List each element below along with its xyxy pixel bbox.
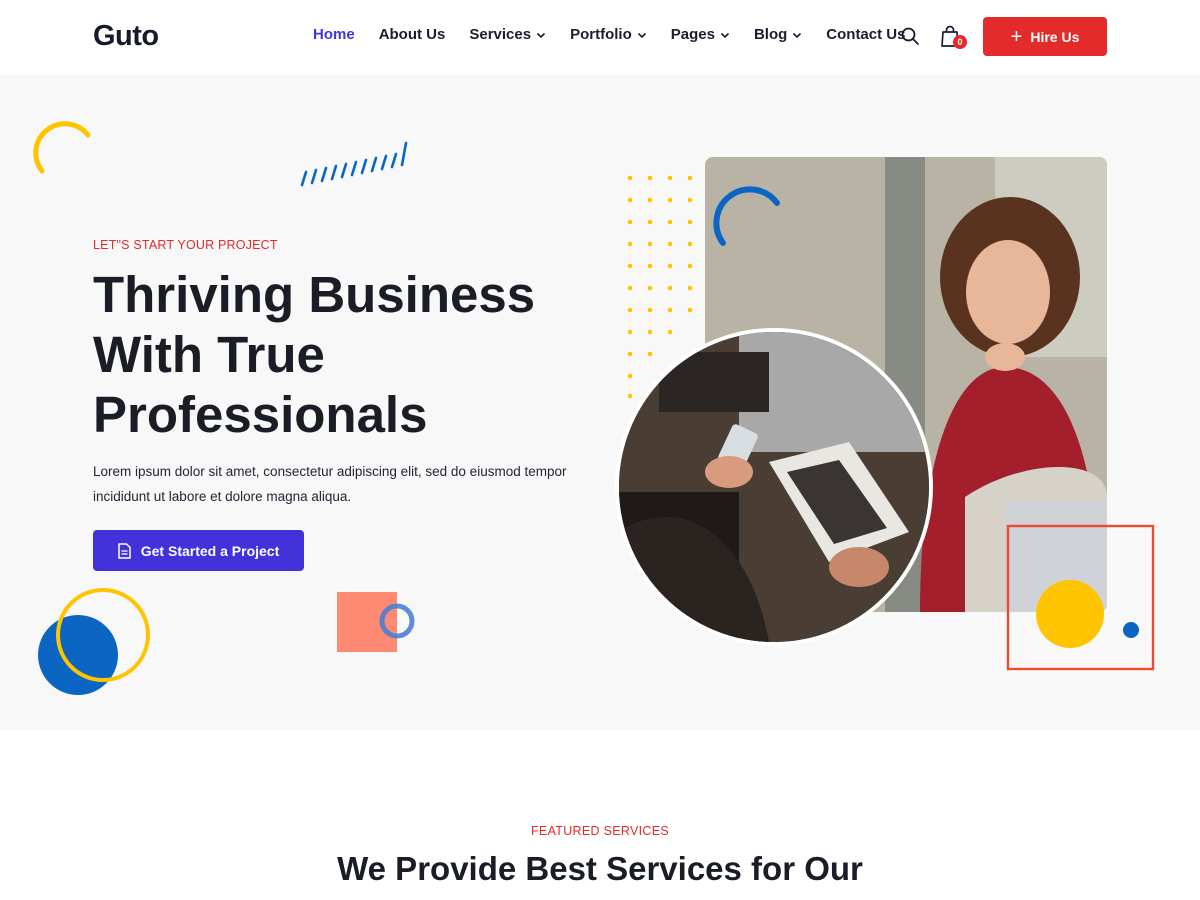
nav-item-label: About Us xyxy=(378,26,446,43)
site-logo[interactable]: Guto xyxy=(93,20,159,53)
document-icon xyxy=(118,542,131,559)
nav-item-blog[interactable]: Blog xyxy=(754,26,802,43)
plus-icon: + xyxy=(1010,25,1023,48)
nav-item-services[interactable]: Services xyxy=(469,26,546,43)
nav-item-label: Portfolio xyxy=(570,26,632,43)
hero-section: LET"S START YOUR PROJECT Thriving Busine… xyxy=(0,75,1200,730)
nav-item-label: Home xyxy=(313,26,355,43)
search-icon[interactable] xyxy=(900,26,920,46)
nav-item-label: Blog xyxy=(753,26,788,43)
hero-title: Thriving Business With True Professional… xyxy=(93,266,536,443)
get-started-button[interactable]: Get Started a Project xyxy=(93,530,304,571)
nav-item-pages[interactable]: Pages xyxy=(671,26,730,43)
nav-item-contact[interactable]: Contact Us xyxy=(826,26,905,43)
chevron-down-icon xyxy=(537,32,546,38)
circles-shape xyxy=(38,588,150,695)
hero-circle-photo xyxy=(615,328,933,646)
site-header: Guto Home About Us Services Portfolio Pa… xyxy=(0,0,1200,75)
nav-item-home[interactable]: Home xyxy=(313,26,355,43)
services-eyebrow: FEATURED SERVICES xyxy=(531,824,669,838)
square-circle-shape xyxy=(1006,524,1155,671)
services-title: We Provide Best Services for Our Custome… xyxy=(337,850,863,900)
nav-item-about[interactable]: About Us xyxy=(379,26,446,43)
blue-slashes-shape xyxy=(300,141,408,187)
chevron-down-icon xyxy=(720,32,730,38)
hero-description: Lorem ipsum dolor sit amet, consectetur … xyxy=(93,464,567,504)
hire-us-button[interactable]: + Hire Us xyxy=(983,17,1107,56)
get-started-label: Get Started a Project xyxy=(140,542,280,559)
nav-item-label: Pages xyxy=(670,26,715,43)
nav-item-portfolio[interactable]: Portfolio xyxy=(570,26,647,43)
chevron-down-icon xyxy=(637,32,646,38)
photo-illustration xyxy=(619,332,929,642)
hero-eyebrow: LET"S START YOUR PROJECT xyxy=(93,238,278,252)
square-ring-shape xyxy=(337,592,415,652)
cart-count-badge: 0 xyxy=(953,35,967,49)
yellow-arc-shape xyxy=(33,121,91,174)
blue-arc-shape xyxy=(713,186,780,246)
nav-item-label: Contact Us xyxy=(826,26,906,43)
nav-item-label: Services xyxy=(469,26,532,43)
chevron-down-icon xyxy=(793,32,802,38)
main-nav: Home About Us Services Portfolio Pages B… xyxy=(313,26,905,43)
hire-us-label: Hire Us xyxy=(1030,28,1080,45)
